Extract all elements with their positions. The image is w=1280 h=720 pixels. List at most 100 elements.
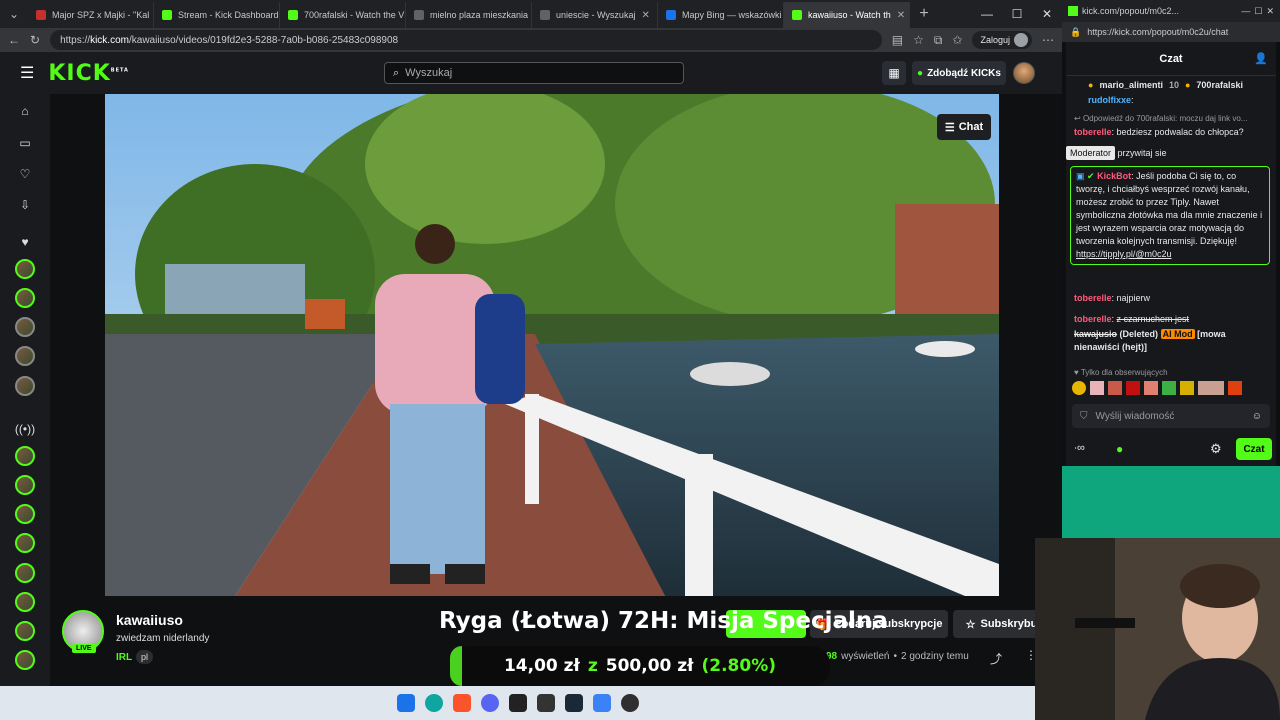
browser-tab[interactable]: Stream - Kick Dashboard✕: [154, 2, 280, 28]
extensions-icon[interactable]: ⧉: [934, 33, 943, 48]
recommended-channel-avatar[interactable]: [15, 504, 35, 524]
following-heart-icon[interactable]: ♡: [14, 163, 36, 185]
language-tag[interactable]: pl: [136, 650, 154, 664]
followed-heart-icon[interactable]: ♥: [14, 231, 36, 253]
chat-input[interactable]: ⛉ Wyślij wiadomość ☺: [1072, 404, 1270, 428]
browser-tab[interactable]: Major SPZ x Majki - "Kal✕: [28, 2, 154, 28]
chat-message: toberelle: bedziesz podwalac do chłopca?: [1074, 127, 1244, 137]
send-chat-button[interactable]: Czat: [1236, 438, 1272, 460]
emote-icon[interactable]: [1126, 381, 1140, 395]
more-icon[interactable]: ⋯: [1042, 33, 1054, 47]
discord-icon[interactable]: [480, 694, 499, 712]
chat-username[interactable]: toberelle: [1074, 293, 1112, 303]
emote-icon[interactable]: [1198, 381, 1224, 395]
followed-channel-avatar[interactable]: [15, 288, 35, 308]
tab-menu-icon[interactable]: ⌄: [0, 7, 28, 21]
popout-close-icon[interactable]: ✕: [1266, 6, 1274, 17]
browser-tab[interactable]: 700rafalski - Watch the V✕: [280, 2, 406, 28]
chat-username[interactable]: toberelle: [1074, 127, 1112, 137]
maximize-icon[interactable]: ☐: [1002, 7, 1032, 21]
close-window-icon[interactable]: ✕: [1032, 7, 1062, 21]
tab-close-icon[interactable]: ✕: [641, 10, 649, 21]
windows-start-icon[interactable]: [396, 694, 415, 712]
edge-icon[interactable]: [424, 694, 443, 712]
overlay-headline: Ryga (Łotwa) 72H: Misja Specjalna: [439, 608, 888, 634]
user-avatar[interactable]: [1013, 62, 1035, 84]
recommended-channel-avatar[interactable]: [15, 475, 35, 495]
popout-lock-icon: 🔒: [1070, 26, 1082, 37]
emote-icon[interactable]: [1162, 381, 1176, 395]
recommended-channel-avatar[interactable]: [15, 533, 35, 553]
reload-icon[interactable]: ↻: [30, 33, 40, 47]
browser-tab[interactable]: mielno plaza mieszkania✕: [406, 2, 532, 28]
chat-username[interactable]: toberelle: [1074, 314, 1112, 324]
recommended-channel-avatar[interactable]: [15, 592, 35, 612]
chat-settings-icon[interactable]: ⚙: [1210, 441, 1222, 457]
emote-icon[interactable]: [1144, 381, 1158, 395]
home-icon[interactable]: ⌂: [14, 100, 36, 122]
recommended-channel-avatar[interactable]: [15, 446, 35, 466]
chat-username[interactable]: rudolfixxe: [1074, 95, 1131, 105]
chat-toggle-button[interactable]: ☰ Chat: [937, 114, 991, 140]
video-player[interactable]: ☰ Chat: [105, 94, 999, 596]
kick-logo[interactable]: KICKBETA: [48, 61, 129, 86]
app-icon[interactable]: [592, 694, 611, 712]
reader-icon[interactable]: ▤: [892, 33, 903, 47]
gifter-1[interactable]: mario_alimenti: [1099, 80, 1163, 90]
windows-taskbar: [0, 686, 1035, 720]
app-icon[interactable]: [508, 694, 527, 712]
pinned-gifters: ● mario_alimenti 10 ● 700rafalski: [1088, 80, 1243, 90]
epic-games-icon[interactable]: [536, 694, 555, 712]
tab-close-icon[interactable]: ✕: [897, 10, 905, 21]
hamburger-icon[interactable]: ☰: [20, 63, 34, 83]
points-icon[interactable]: ∙∞: [1074, 442, 1085, 454]
emote-row: [1072, 381, 1242, 395]
minimize-icon[interactable]: —: [972, 7, 1002, 21]
recommended-channel-avatar[interactable]: [15, 563, 35, 583]
search-input[interactable]: ⌕ Wyszukaj: [384, 62, 684, 84]
theater-icon[interactable]: ▦: [882, 61, 906, 85]
collections-icon[interactable]: ✩: [952, 33, 962, 47]
chat-header-title: Czat: [1159, 52, 1183, 65]
emote-icon[interactable]: [1090, 381, 1104, 395]
obs-icon[interactable]: [620, 694, 639, 712]
popout-minimize-icon[interactable]: —: [1241, 6, 1250, 16]
chat-username[interactable]: kawajusio: [1074, 329, 1117, 339]
popout-maximize-icon[interactable]: ☐: [1254, 6, 1262, 17]
followed-channel-avatar[interactable]: [15, 259, 35, 279]
emoji-icon[interactable]: ☺: [1252, 411, 1262, 422]
followed-channel-avatar[interactable]: [15, 317, 35, 337]
channel-name[interactable]: kawaiiuso: [116, 612, 183, 628]
login-button[interactable]: Zaloguj: [972, 31, 1032, 49]
recommended-channel-avatar[interactable]: [15, 621, 35, 641]
browser-tab[interactable]: kawaiiuso - Watch th ✕: [784, 2, 910, 28]
browse-icon[interactable]: ▭: [14, 132, 36, 154]
overlay-headline-part-a: Ryga (Łotwa) 72H: Misja: [439, 608, 763, 634]
browser-tab[interactable]: Mapy Bing — wskazówki✕: [658, 2, 784, 28]
emote-icon[interactable]: [1072, 381, 1086, 395]
recommended-channel-avatar[interactable]: [15, 650, 35, 670]
followed-channel-avatar[interactable]: [15, 346, 35, 366]
followed-channel-avatar[interactable]: [15, 376, 35, 396]
popout-url[interactable]: https://kick.com/popout/m0c2u/chat: [1087, 27, 1228, 37]
tipply-link[interactable]: https://tipply.pl/@m0c2u: [1076, 248, 1264, 261]
browser-tab[interactable]: uniescie - Wyszukaj ✕: [532, 2, 658, 28]
emote-icon[interactable]: [1180, 381, 1194, 395]
chat-text: przywitaj sie: [1117, 148, 1167, 158]
share-icon[interactable]: ⤴: [990, 650, 1002, 667]
favorite-star-icon[interactable]: ☆: [913, 33, 924, 47]
brave-icon[interactable]: [452, 694, 471, 712]
steam-icon[interactable]: [564, 694, 583, 712]
emote-icon[interactable]: [1108, 381, 1122, 395]
new-tab-icon[interactable]: +: [910, 5, 938, 23]
emote-icon[interactable]: [1228, 381, 1242, 395]
gifter-2[interactable]: 700rafalski: [1196, 80, 1243, 90]
url-field[interactable]: https://kick.com/kawaiiuso/videos/019fd2…: [50, 30, 882, 50]
get-kicks-button[interactable]: ● Zdobądź KICKs: [912, 61, 1006, 85]
kick-coin-icon[interactable]: ●: [1116, 442, 1123, 456]
chat-users-icon[interactable]: 👤: [1254, 52, 1268, 65]
chat-username[interactable]: KickBot: [1097, 171, 1131, 181]
download-icon[interactable]: ⇩: [14, 194, 36, 216]
category-link[interactable]: IRL: [116, 652, 132, 663]
back-icon[interactable]: ←: [8, 33, 20, 47]
